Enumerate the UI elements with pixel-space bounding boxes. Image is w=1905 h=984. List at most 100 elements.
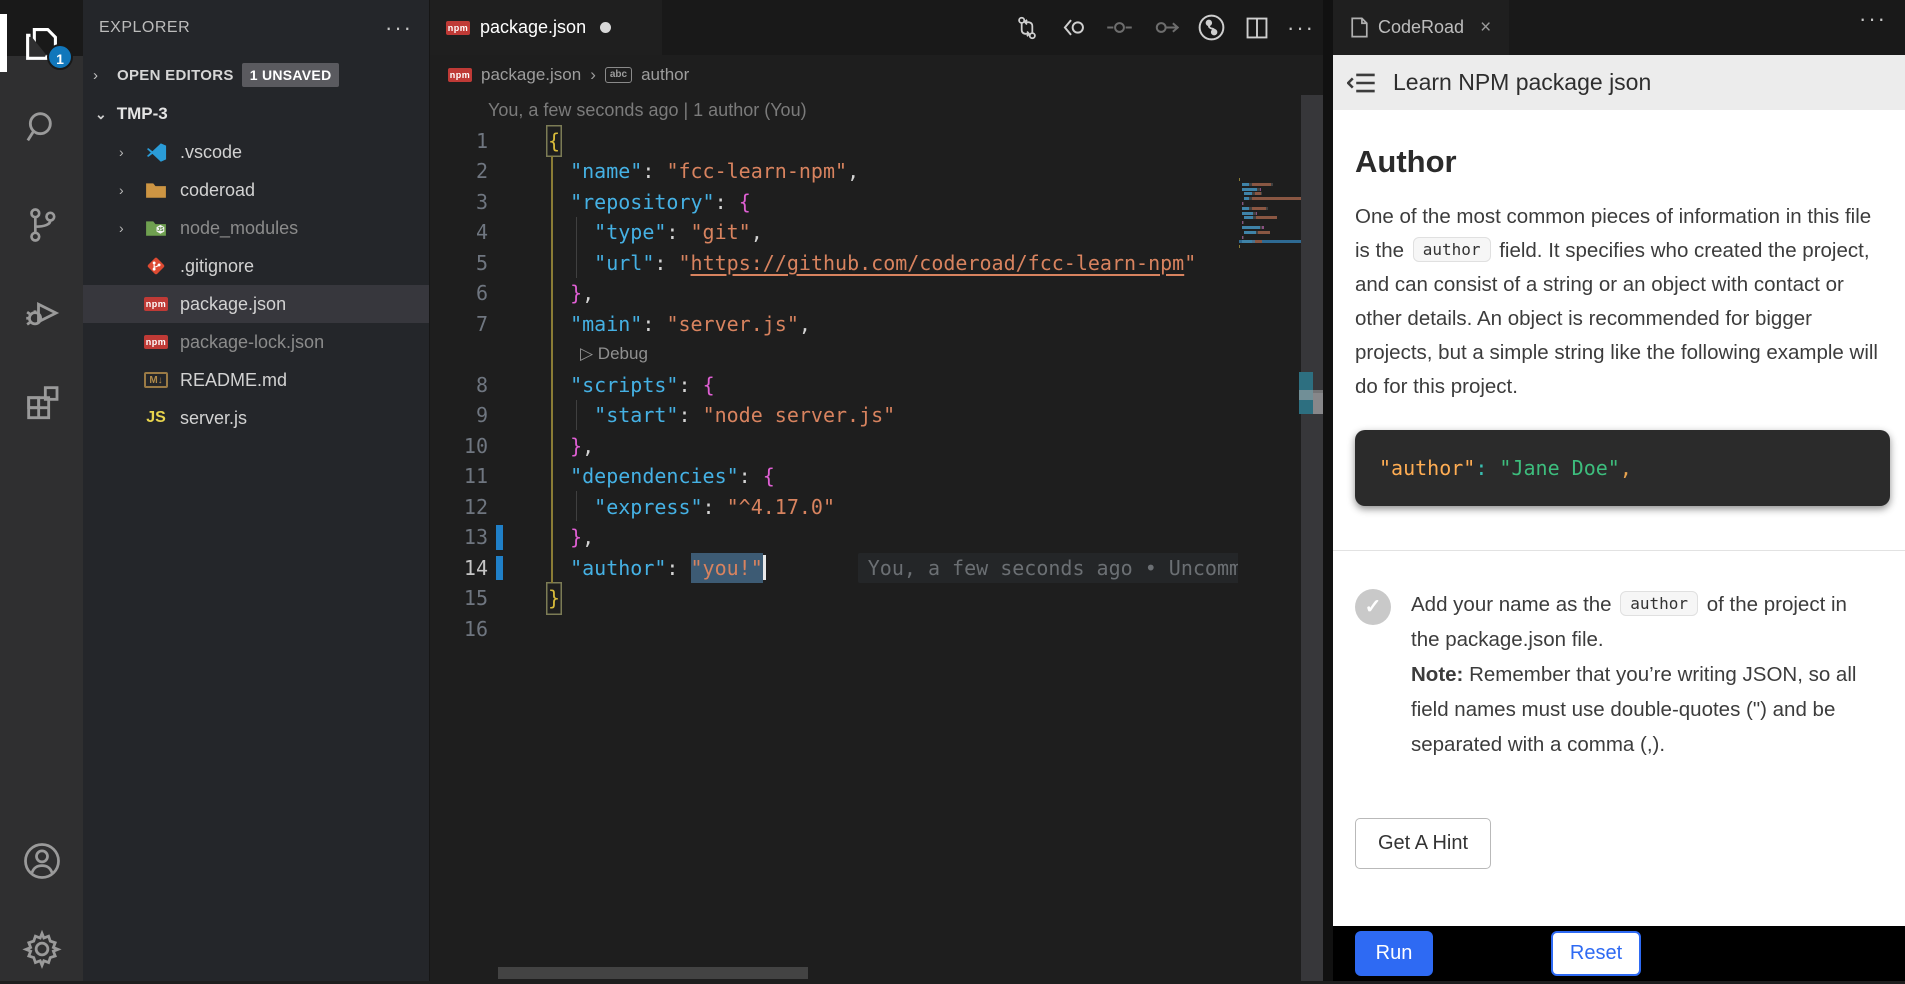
file-row-README.md[interactable]: M↓ README.md (83, 361, 429, 399)
activity-bar: 1 (0, 0, 83, 981)
indent-guide (576, 217, 577, 278)
file-label: node_modules (180, 218, 298, 239)
section-paragraph: One of the most common pieces of informa… (1355, 200, 1890, 404)
file-icon-md: M↓ (143, 369, 169, 391)
file-label: package-lock.json (180, 332, 324, 353)
run-button[interactable]: Run (1355, 931, 1433, 976)
npm-file-icon: npm (446, 21, 470, 35)
file-row-node_modules[interactable]: ›JSnode_modules (83, 209, 429, 247)
file-icon-vscode (143, 141, 169, 163)
minimap-line (1239, 245, 1301, 248)
tab-coderoad[interactable]: CodeRoad × (1333, 0, 1509, 55)
unsaved-dot-icon[interactable] (600, 22, 611, 33)
minimap-line (1239, 197, 1301, 200)
file-row-package.json[interactable]: npm package.json (83, 285, 429, 323)
code-line[interactable]: 15} (430, 583, 1238, 614)
code-line[interactable]: 16 (430, 614, 1238, 645)
line-number: 8 (430, 373, 488, 397)
line-number: 12 (430, 495, 488, 519)
minimap-line (1239, 221, 1301, 224)
inline-blame: You, a few seconds ago • Uncomm (858, 553, 1238, 584)
run-debug-icon[interactable] (0, 278, 83, 348)
file-label: package.json (180, 294, 286, 315)
tree-root-tmp3[interactable]: ⌄ TMP-3 (83, 95, 429, 133)
panel-more-actions-icon[interactable]: ··· (1859, 14, 1887, 24)
settings-gear-icon[interactable] (0, 914, 83, 984)
file-icon-npm: npm (143, 293, 169, 315)
line-number: 7 (430, 312, 488, 336)
minimap-line (1239, 236, 1301, 239)
tab-package-json[interactable]: npm package.json (430, 0, 662, 55)
open-editors-label: OPEN EDITORS (117, 67, 234, 84)
blame-annotation: You, a few seconds ago | 1 author (You) (488, 100, 807, 121)
file-row-package-lock.json[interactable]: npm package-lock.json (83, 323, 429, 361)
section-heading: Author (1355, 144, 1890, 180)
horizontal-scrollbar[interactable] (498, 967, 808, 979)
task-item: ✓ Add your name as the author of the pro… (1355, 587, 1890, 762)
divider (1333, 550, 1905, 551)
tutorial-title: Learn NPM package json (1393, 69, 1651, 96)
chevron-right-icon: › (119, 144, 124, 160)
previous-change-icon[interactable] (1057, 12, 1089, 44)
coderoad-tab-label: CodeRoad (1378, 17, 1464, 38)
menu-back-icon[interactable] (1347, 70, 1377, 96)
file-row-.gitignore[interactable]: .gitignore (83, 247, 429, 285)
chevron-right-icon: › (93, 67, 109, 84)
minimap-line (1239, 207, 1301, 210)
search-icon[interactable] (0, 92, 83, 162)
indent-guide (576, 400, 577, 430)
file-label: .gitignore (180, 256, 254, 277)
editor-more-actions-icon[interactable]: ··· (1287, 23, 1315, 33)
breadcrumb[interactable]: npm package.json › abc author (430, 55, 1323, 95)
string-symbol-icon: abc (605, 67, 632, 83)
file-row-coderoad[interactable]: ›coderoad (83, 171, 429, 209)
close-icon[interactable]: × (1480, 17, 1491, 39)
source-control-icon[interactable] (0, 190, 83, 260)
file-row-.vscode[interactable]: ›.vscode (83, 133, 429, 171)
extensions-icon[interactable] (0, 366, 83, 436)
current-change-icon[interactable] (1103, 12, 1135, 44)
debug-codelens[interactable]: ▷ Debug (580, 344, 648, 364)
file-history-icon[interactable] (1195, 12, 1227, 44)
minimap-line (1239, 202, 1301, 205)
file-row-server.js[interactable]: JSserver.js (83, 399, 429, 437)
panel-divider[interactable] (1323, 0, 1333, 981)
file-icon-git (143, 255, 169, 277)
get-hint-button[interactable]: Get A Hint (1355, 818, 1491, 869)
accounts-icon[interactable] (0, 826, 83, 896)
overview-ruler[interactable] (1301, 95, 1324, 981)
inline-code-chip: author (1413, 237, 1491, 262)
explorer-icon[interactable]: 1 (0, 8, 83, 78)
editor-group: npm package.json (429, 0, 1323, 981)
inline-code-chip: author (1620, 591, 1698, 616)
split-editor-icon[interactable] (1241, 12, 1273, 44)
editor-toolbar: ··· (1011, 0, 1315, 55)
reset-button[interactable]: Reset (1551, 931, 1641, 976)
chevron-down-icon: ⌄ (95, 106, 107, 123)
breadcrumb-symbol[interactable]: author (641, 65, 689, 85)
explorer-more-actions-icon[interactable]: ··· (385, 23, 413, 33)
task-text: Add your name as the author of the proje… (1411, 587, 1856, 762)
breadcrumb-file[interactable]: package.json (481, 65, 581, 85)
task-check-icon: ✓ (1355, 589, 1391, 625)
tab-label: package.json (480, 17, 586, 38)
root-folder-label: TMP-3 (117, 104, 168, 124)
line-number: 11 (430, 464, 488, 488)
coderoad-panel: CodeRoad × ··· Learn NPM package json Au… (1323, 0, 1905, 981)
indent-guide (576, 491, 577, 521)
open-editors-section[interactable]: › OPEN EDITORS 1 UNSAVED (83, 55, 429, 95)
next-change-icon[interactable] (1149, 12, 1181, 44)
open-changes-icon[interactable] (1011, 12, 1043, 44)
line-number: 2 (430, 159, 488, 183)
code-line[interactable]: 1{ (430, 126, 1238, 157)
minimap[interactable] (1239, 178, 1301, 255)
minimap-line (1239, 212, 1301, 215)
file-icon (1351, 17, 1368, 38)
minimap-line (1239, 216, 1301, 219)
file-icon-folder (143, 179, 169, 201)
coderoad-header: Learn NPM package json (1333, 55, 1905, 110)
npm-file-icon: npm (448, 68, 472, 82)
file-icon-npm: npm (143, 331, 169, 353)
code-line[interactable]: You, a few seconds ago | 1 author (You) (430, 95, 1238, 126)
file-label: README.md (180, 370, 287, 391)
